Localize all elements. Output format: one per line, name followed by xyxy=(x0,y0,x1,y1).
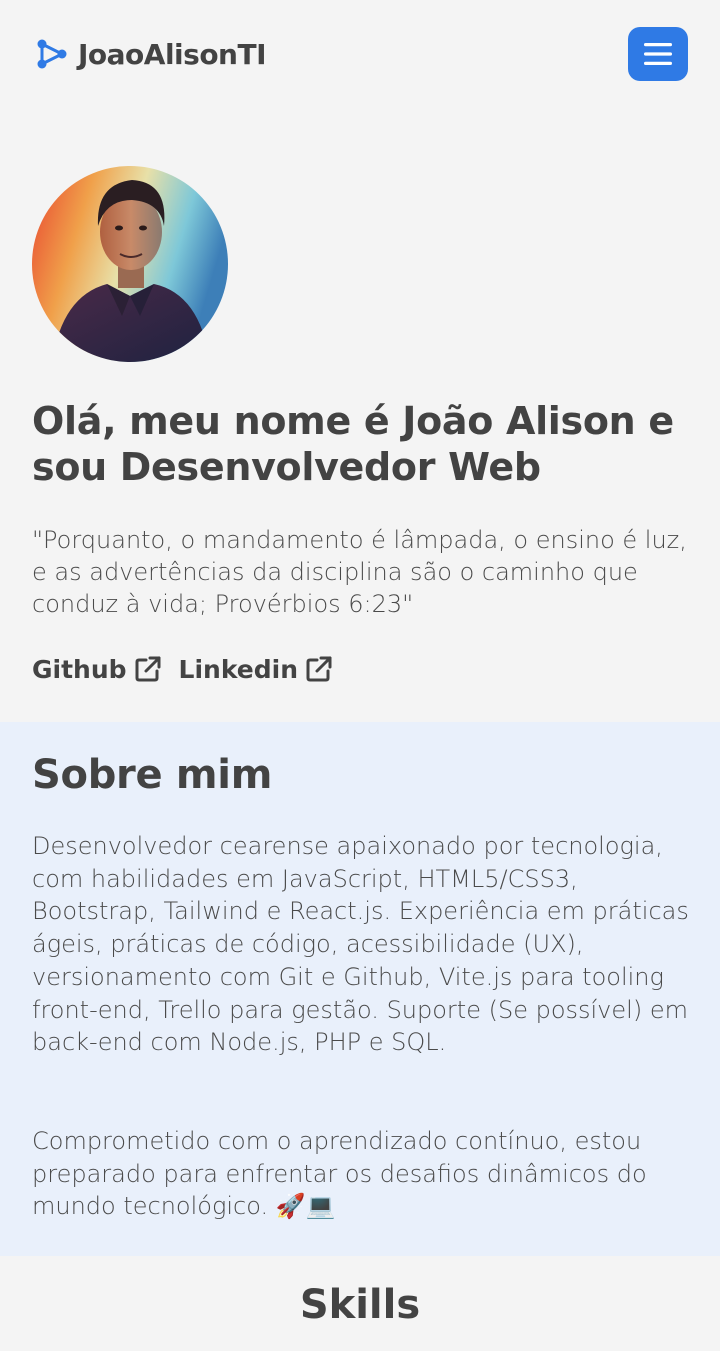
github-link-label: Github xyxy=(32,654,127,684)
about-title: Sobre mim xyxy=(32,752,273,798)
brand-logo-icon xyxy=(37,39,67,69)
external-link-icon xyxy=(306,656,332,682)
brand-name: JoaoAlisonTI xyxy=(78,37,267,71)
menu-toggle-button[interactable] xyxy=(628,27,688,81)
hero-section: Olá, meu nome é João Alison e sou Desenv… xyxy=(0,110,720,722)
linkedin-link[interactable]: Linkedin xyxy=(179,654,334,684)
linkedin-link-label: Linkedin xyxy=(178,654,299,684)
about-paragraph-1: Desenvolvedor cearense apaixonado por te… xyxy=(32,832,689,1057)
github-link[interactable]: Github xyxy=(32,654,163,684)
hero-quote: "Porquanto, o mandamento é lâmpada, o en… xyxy=(32,526,687,618)
navbar: JoaoAlisonTI xyxy=(0,0,720,110)
skills-section: Skills xyxy=(0,1256,720,1351)
brand-logo-link[interactable]: JoaoAlisonTI xyxy=(34,36,267,72)
skills-title: Skills xyxy=(299,1282,421,1328)
social-links: Github Linkedin xyxy=(32,654,334,684)
about-section: Sobre mim Desenvolvedor cearense apaixon… xyxy=(0,722,720,1256)
external-link-icon xyxy=(135,656,161,682)
hero-title: Olá, meu nome é João Alison e sou Desenv… xyxy=(32,399,674,489)
hamburger-menu-icon xyxy=(644,43,672,65)
about-paragraph-2: Comprometido com o aprendizado contínuo,… xyxy=(32,1127,647,1221)
profile-avatar xyxy=(32,166,228,362)
